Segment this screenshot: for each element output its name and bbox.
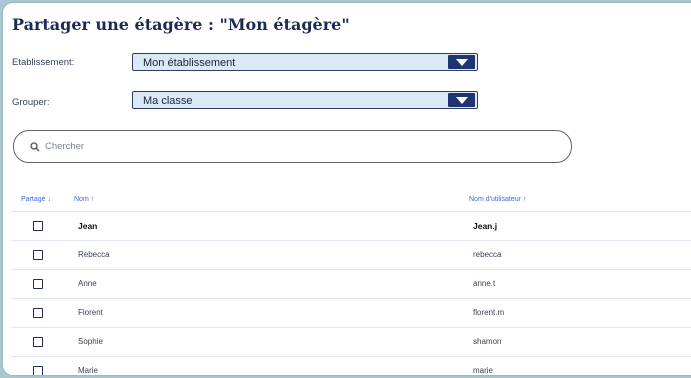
chevron-down-icon[interactable] [448, 93, 475, 107]
cell-nom: Rebecca [78, 250, 110, 259]
table-row: Florent florent.m [11, 299, 691, 328]
etablissement-select[interactable]: Mon établissement [132, 53, 478, 71]
column-header-utilisateur[interactable]: Nom d'utilisateur ↑ [469, 196, 526, 203]
cell-utilisateur: marie [473, 366, 494, 375]
share-checkbox[interactable] [33, 221, 43, 231]
search-input[interactable]: Chercher [13, 130, 572, 163]
table-row: Marie marie [11, 357, 691, 375]
table-row: Rebecca rebecca [11, 241, 691, 270]
column-header-nom[interactable]: Nom ↑ [74, 196, 94, 203]
table-row: Anne anne.t [11, 270, 691, 299]
cell-nom: Sophie [78, 337, 103, 346]
cell-nom: Florent [78, 308, 103, 317]
cell-nom: Anne [78, 279, 97, 288]
grouper-label: Grouper: [12, 97, 50, 108]
cell-utilisateur: florent.m [473, 308, 505, 317]
column-header-partage[interactable]: Partagé ↓ [21, 196, 51, 203]
cell-utilisateur: Jean.j [473, 221, 498, 231]
share-checkbox[interactable] [33, 366, 43, 375]
page-title: Partager une étagère : "Mon étagère" [12, 15, 350, 34]
table-row: Sophie shamon [11, 328, 691, 357]
share-checkbox[interactable] [33, 250, 43, 260]
chevron-down-icon[interactable] [448, 55, 475, 69]
cell-nom: Jean [78, 221, 98, 231]
cell-utilisateur: shamon [473, 337, 502, 346]
share-shelf-dialog: Partager une étagère : "Mon étagère" Eta… [3, 3, 691, 375]
cell-nom: Marie [78, 366, 99, 375]
share-checkbox[interactable] [33, 308, 43, 318]
grouper-value: Ma classe [143, 95, 193, 107]
etablissement-value: Mon établissement [143, 57, 236, 69]
search-placeholder: Chercher [45, 141, 85, 152]
etablissement-label: Etablissement: [12, 57, 75, 68]
cell-utilisateur: rebecca [473, 250, 502, 259]
share-checkbox[interactable] [33, 337, 43, 347]
table-row: Jean Jean.j [11, 212, 691, 241]
grouper-select[interactable]: Ma classe [132, 91, 478, 109]
share-checkbox[interactable] [33, 279, 43, 289]
search-icon [30, 142, 40, 152]
cell-utilisateur: anne.t [473, 279, 496, 288]
